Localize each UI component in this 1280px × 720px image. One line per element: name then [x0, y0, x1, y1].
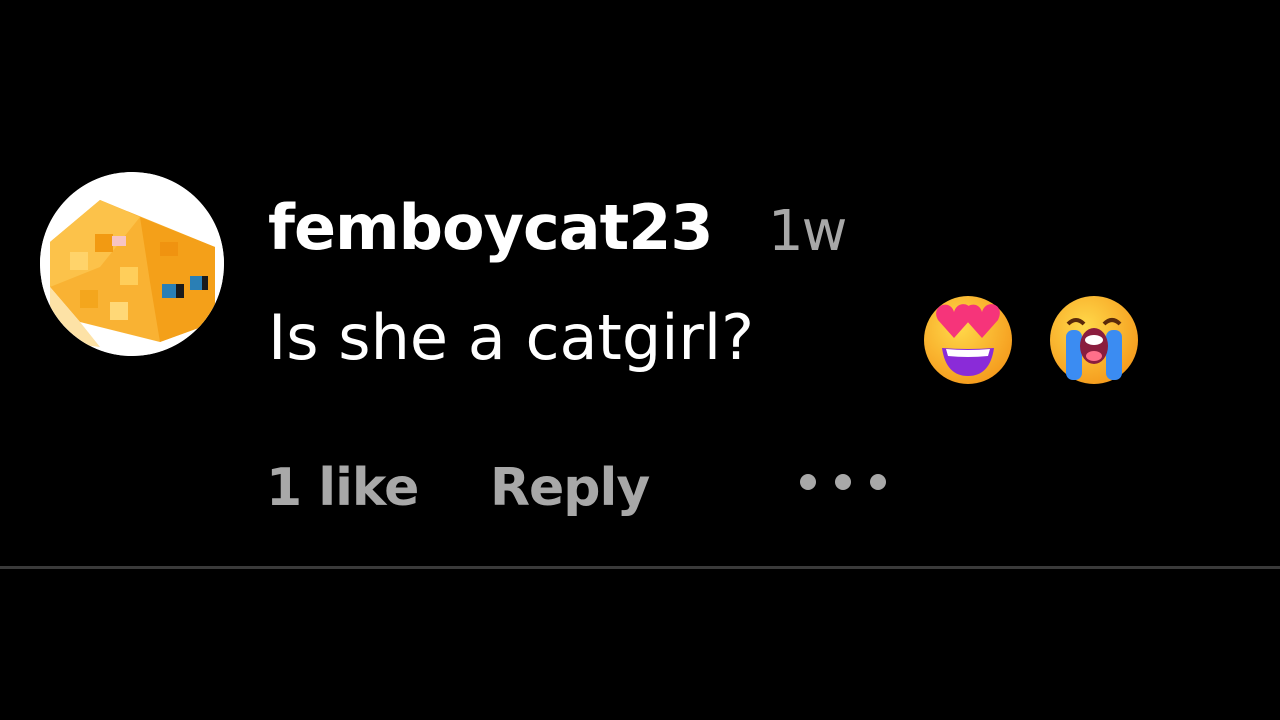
likes-count[interactable]: 1 like [266, 452, 419, 524]
avatar[interactable] [40, 172, 224, 356]
more-options-icon[interactable] [798, 470, 888, 494]
smiling-face-with-heart-eyes-icon [924, 296, 1012, 384]
comment-timestamp: 1w [768, 199, 847, 264]
comment-screen: femboycat23 1w Is she a catgirl? 1 like … [0, 0, 1280, 720]
loudly-crying-face-icon [1050, 296, 1138, 384]
orange-cat-avatar-image [40, 172, 224, 356]
reply-button[interactable]: Reply [490, 452, 650, 524]
comment-username[interactable]: femboycat23 [268, 186, 714, 270]
comment-text: Is she a catgirl? [268, 301, 755, 374]
divider [0, 566, 1280, 569]
